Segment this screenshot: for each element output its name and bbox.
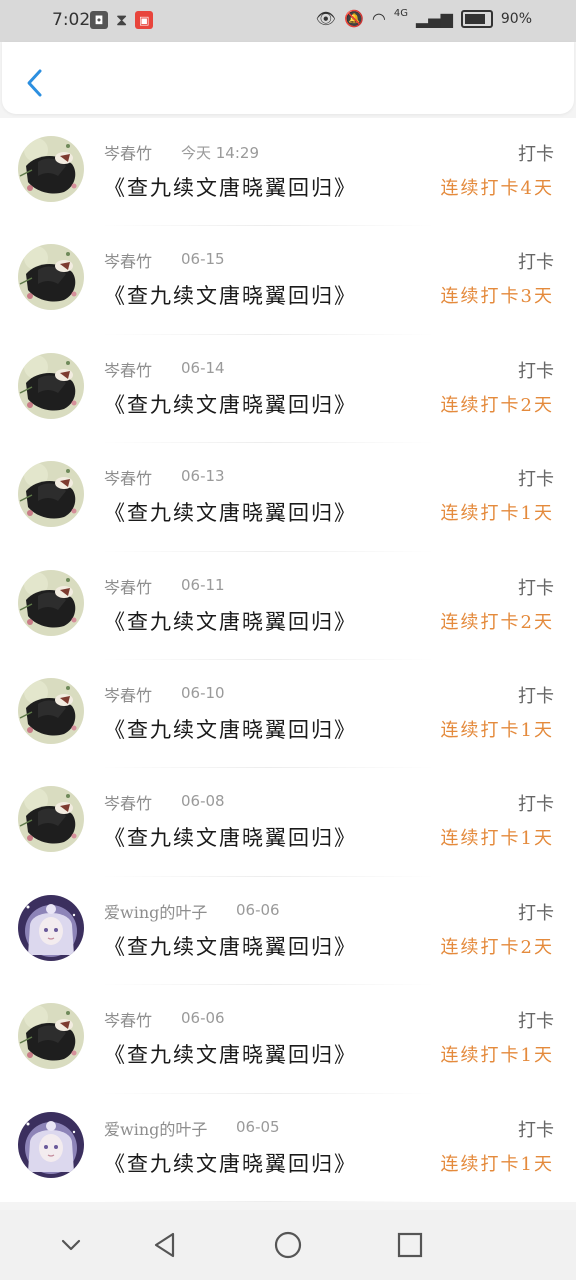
post-date: 06-06 bbox=[181, 1009, 225, 1028]
home-circle-icon[interactable] bbox=[273, 1230, 303, 1260]
avatar[interactable] bbox=[18, 677, 84, 744]
back-triangle-icon[interactable] bbox=[150, 1230, 180, 1260]
checkin-row[interactable]: 岑春竹 今天 14:29 《查九续文唐晓翼回归》 打卡 连续打卡4天 bbox=[0, 118, 576, 227]
streak-text: 连续打卡1天 bbox=[440, 719, 554, 741]
post-date: 06-11 bbox=[181, 575, 225, 594]
checkin-row[interactable]: 爱wing的叶子 06-05 《查九续文唐晓翼回归》 打卡 连续打卡1天 bbox=[0, 1094, 576, 1202]
avatar[interactable] bbox=[18, 244, 84, 311]
post-date: 06-13 bbox=[181, 467, 225, 486]
user-name[interactable]: 岑春竹 bbox=[104, 574, 152, 598]
checkin-label: 打卡 bbox=[518, 685, 554, 707]
user-name[interactable]: 岑春竹 bbox=[104, 682, 152, 706]
checkin-row[interactable]: 岑春竹 06-15 《查九续文唐晓翼回归》 打卡 连续打卡3天 bbox=[0, 226, 576, 335]
checkin-row[interactable]: 岑春竹 06-14 《查九续文唐晓翼回归》 打卡 连续打卡2天 bbox=[0, 335, 576, 444]
user-name[interactable]: 岑春竹 bbox=[104, 1007, 152, 1031]
battery-percent: 90% bbox=[500, 10, 532, 27]
checkin-label: 打卡 bbox=[518, 252, 554, 274]
recents-square-icon[interactable] bbox=[395, 1230, 425, 1260]
checkin-row[interactable]: 岑春竹 06-11 《查九续文唐晓翼回归》 打卡 连续打卡2天 bbox=[0, 552, 576, 660]
post-date: 06-15 bbox=[181, 250, 225, 269]
book-title[interactable]: 《查九续文唐晓翼回归》 bbox=[104, 172, 357, 202]
book-title[interactable]: 《查九续文唐晓翼回归》 bbox=[104, 822, 357, 852]
network-type: 4G bbox=[393, 8, 408, 19]
checkin-label: 打卡 bbox=[518, 1119, 554, 1141]
book-title[interactable]: 《查九续文唐晓翼回归》 bbox=[104, 1039, 357, 1069]
hourglass-icon: ⧗ bbox=[116, 10, 128, 29]
avatar[interactable] bbox=[18, 569, 84, 636]
checkin-label: 打卡 bbox=[518, 794, 554, 816]
book-title[interactable]: 《查九续文唐晓翼回归》 bbox=[104, 931, 357, 961]
streak-text: 连续打卡1天 bbox=[440, 828, 554, 850]
user-name[interactable]: 岑春竹 bbox=[104, 357, 152, 381]
streak-text: 连续打卡3天 bbox=[440, 286, 554, 308]
user-name[interactable]: 岑春竹 bbox=[104, 465, 152, 489]
chevron-left-icon[interactable] bbox=[24, 68, 46, 98]
status-time: 7:02 bbox=[52, 10, 91, 30]
checkin-label: 打卡 bbox=[518, 360, 554, 382]
battery-icon bbox=[460, 9, 493, 28]
checkin-row[interactable]: 岑春竹 06-08 《查九续文唐晓翼回归》 打卡 连续打卡1天 bbox=[0, 768, 576, 877]
avatar[interactable] bbox=[18, 352, 84, 419]
checkin-label: 打卡 bbox=[518, 1011, 554, 1033]
eye-icon: 👁 bbox=[315, 9, 336, 28]
avatar[interactable] bbox=[18, 136, 84, 202]
app-notification-icon: ◘ bbox=[90, 11, 108, 29]
post-date: 06-05 bbox=[236, 1117, 280, 1136]
streak-text: 连续打卡1天 bbox=[440, 1153, 554, 1175]
system-nav-bar bbox=[0, 1210, 576, 1280]
chevron-down-icon[interactable] bbox=[56, 1230, 86, 1260]
row-divider bbox=[100, 1200, 436, 1202]
avatar[interactable] bbox=[18, 894, 84, 961]
notification-icons: ◘ ⧗ ▣ bbox=[90, 10, 154, 30]
post-date: 06-10 bbox=[181, 683, 225, 702]
header-bar bbox=[2, 42, 574, 114]
status-right-icons: 👁 🔕 ◠ 4G ▂▄▆ 90% bbox=[315, 8, 532, 28]
shop-app-icon: ▣ bbox=[135, 11, 154, 29]
user-name[interactable]: 岑春竹 bbox=[104, 248, 152, 272]
wifi-icon: ◠ bbox=[371, 9, 386, 28]
avatar[interactable] bbox=[18, 1003, 84, 1070]
book-title[interactable]: 《查九续文唐晓翼回归》 bbox=[104, 280, 357, 310]
checkin-row[interactable]: 岑春竹 06-13 《查九续文唐晓翼回归》 打卡 连续打卡1天 bbox=[0, 443, 576, 552]
post-date: 06-08 bbox=[181, 792, 225, 811]
streak-text: 连续打卡1天 bbox=[440, 1045, 554, 1067]
user-name[interactable]: 爱wing的叶子 bbox=[104, 1116, 207, 1140]
user-name[interactable]: 爱wing的叶子 bbox=[104, 899, 207, 923]
checkin-row[interactable]: 岑春竹 06-10 《查九续文唐晓翼回归》 打卡 连续打卡1天 bbox=[0, 660, 576, 769]
checkin-label: 打卡 bbox=[518, 144, 554, 165]
book-title[interactable]: 《查九续文唐晓翼回归》 bbox=[104, 497, 357, 527]
checkin-row[interactable]: 爱wing的叶子 06-06 《查九续文唐晓翼回归》 打卡 连续打卡2天 bbox=[0, 877, 576, 986]
status-bar: 7:02 ◘ ⧗ ▣ 👁 🔕 ◠ 4G ▂▄▆ 90% bbox=[0, 0, 576, 42]
user-name[interactable]: 岑春竹 bbox=[104, 140, 152, 164]
post-date: 06-06 bbox=[236, 900, 280, 919]
book-title[interactable]: 《查九续文唐晓翼回归》 bbox=[104, 1148, 357, 1178]
streak-text: 连续打卡1天 bbox=[440, 503, 554, 525]
user-name[interactable]: 岑春竹 bbox=[104, 790, 152, 814]
checkin-label: 打卡 bbox=[518, 577, 554, 599]
streak-text: 连续打卡2天 bbox=[440, 936, 554, 958]
streak-text: 连续打卡2天 bbox=[440, 611, 554, 633]
checkin-list: 岑春竹 今天 14:29 《查九续文唐晓翼回归》 打卡 连续打卡4天 岑春竹 0… bbox=[0, 118, 576, 1202]
post-date: 今天 14:29 bbox=[181, 144, 259, 162]
post-date: 06-14 bbox=[181, 358, 225, 377]
signal-icon: ▂▄▆ bbox=[415, 9, 453, 28]
streak-text: 连续打卡2天 bbox=[440, 394, 554, 416]
avatar[interactable] bbox=[18, 786, 84, 853]
checkin-label: 打卡 bbox=[518, 469, 554, 491]
book-title[interactable]: 《查九续文唐晓翼回归》 bbox=[104, 606, 357, 636]
avatar[interactable] bbox=[18, 461, 84, 528]
checkin-row[interactable]: 岑春竹 06-06 《查九续文唐晓翼回归》 打卡 连续打卡1天 bbox=[0, 985, 576, 1094]
bell-off-icon: 🔕 bbox=[343, 9, 364, 28]
avatar[interactable] bbox=[18, 1111, 84, 1178]
book-title[interactable]: 《查九续文唐晓翼回归》 bbox=[104, 389, 357, 419]
checkin-label: 打卡 bbox=[518, 902, 554, 924]
book-title[interactable]: 《查九续文唐晓翼回归》 bbox=[104, 714, 357, 744]
streak-text: 连续打卡4天 bbox=[440, 178, 554, 199]
